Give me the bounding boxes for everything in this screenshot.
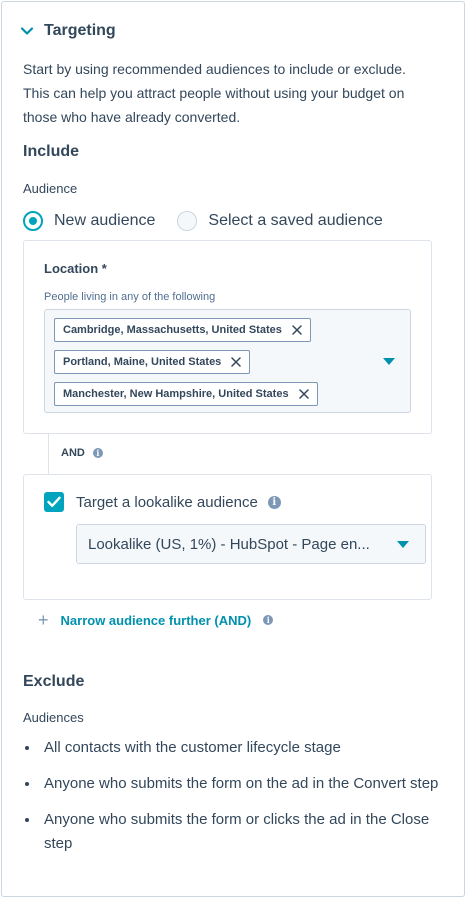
location-tag-label: Cambridge, Massachusetts, United States (63, 324, 282, 336)
radio-checked-indicator[interactable] (23, 211, 43, 231)
caret-down-icon[interactable] (383, 358, 395, 365)
exclude-list: All contacts with the customer lifecycle… (23, 736, 443, 868)
audience-radio-group: New audience Select a saved audience (23, 211, 405, 231)
and-connector-line (48, 434, 49, 474)
lookalike-checkbox-row: Target a lookalike audience i (44, 492, 281, 512)
location-box: Location * People living in any of the f… (23, 240, 432, 434)
location-tag-label: Manchester, New Hampshire, United States (63, 388, 289, 400)
close-icon[interactable] (292, 325, 302, 335)
and-connector: AND i (61, 447, 103, 459)
radio-saved-audience[interactable]: Select a saved audience (177, 211, 383, 231)
lookalike-checkbox[interactable] (44, 492, 64, 512)
include-heading: Include (23, 143, 80, 160)
info-icon[interactable]: i (267, 495, 281, 509)
list-item: All contacts with the customer lifecycle… (23, 736, 443, 760)
targeting-panel: Targeting Start by using recommended aud… (1, 1, 465, 897)
location-tag: Portland, Maine, United States (54, 350, 251, 374)
info-icon[interactable]: i (92, 448, 103, 458)
and-label: AND (61, 447, 85, 459)
location-help: People living in any of the following (44, 291, 216, 303)
radio-saved-audience-label: Select a saved audience (208, 212, 383, 229)
targeting-section-toggle[interactable]: Targeting (20, 18, 116, 44)
info-icon[interactable]: i (263, 615, 274, 625)
chevron-down-icon (20, 27, 34, 35)
section-description: Start by using recommended audiences to … (23, 61, 406, 125)
lookalike-checkbox-label: Target a lookalike audience (76, 493, 258, 511)
location-multiselect[interactable]: Cambridge, Massachusetts, United States … (44, 309, 411, 413)
radio-new-audience-label: New audience (54, 212, 156, 229)
audience-label: Audience (23, 181, 78, 196)
narrow-audience-link[interactable]: + Narrow audience further (AND) i (38, 610, 274, 630)
section-title: Targeting (44, 22, 116, 39)
close-icon[interactable] (298, 389, 309, 399)
exclude-heading: Exclude (23, 673, 85, 690)
checkmark-icon (47, 496, 61, 507)
list-item: Anyone who submits the form or clicks th… (23, 808, 443, 856)
lookalike-select[interactable]: Lookalike (US, 1%) - HubSpot - Page en..… (76, 524, 426, 564)
narrow-audience-label: Narrow audience further (AND) (60, 612, 252, 628)
location-label: Location * (44, 261, 107, 276)
audiences-label: Audiences (23, 710, 84, 725)
lookalike-box: Target a lookalike audience i Lookalike … (23, 474, 432, 600)
location-tag: Manchester, New Hampshire, United States (54, 382, 318, 406)
close-icon[interactable] (231, 357, 242, 367)
plus-icon: + (38, 610, 49, 630)
location-tag-label: Portland, Maine, United States (63, 356, 222, 368)
list-item: Anyone who submits the form on the ad in… (23, 772, 443, 796)
radio-unchecked-indicator[interactable] (177, 211, 198, 231)
radio-new-audience[interactable]: New audience (23, 211, 155, 231)
caret-down-icon (397, 541, 409, 548)
location-tag: Cambridge, Massachusetts, United States (54, 318, 311, 342)
lookalike-select-value: Lookalike (US, 1%) - HubSpot - Page en..… (88, 535, 370, 553)
